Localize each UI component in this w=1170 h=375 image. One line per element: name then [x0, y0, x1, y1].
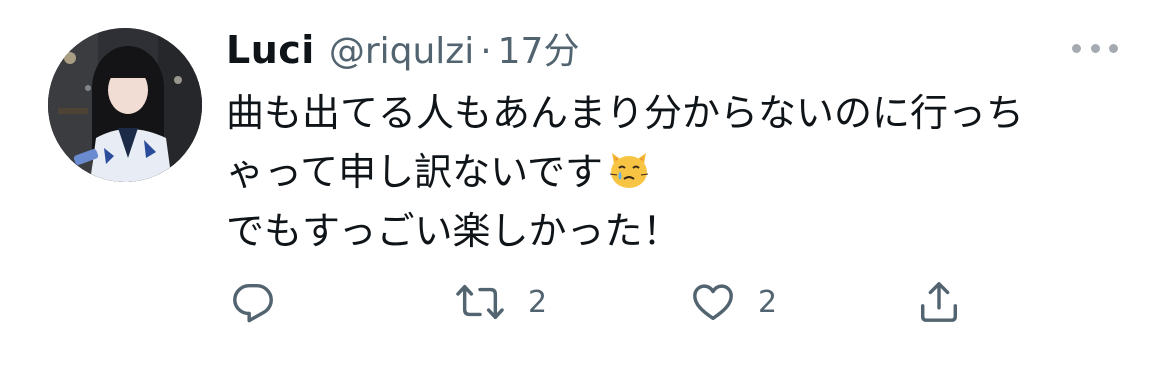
- reply-button[interactable]: [230, 272, 276, 332]
- avatar-image: [48, 28, 202, 182]
- crying-cat-emoji: [607, 147, 651, 191]
- tweet-text-line: 曲も出てる人もあんまり分からないのに行っち: [226, 91, 1025, 135]
- share-button[interactable]: [916, 272, 962, 332]
- tweet-text-line: ゃって申し訳ないです: [226, 143, 1146, 202]
- tweet-text-line: でもすっごい楽しかった！: [226, 209, 681, 253]
- retweet-icon: [456, 284, 504, 320]
- more-options-icon[interactable]: [1072, 38, 1118, 58]
- tweet-action-bar: 2 2: [0, 272, 1170, 332]
- display-name[interactable]: Luci: [226, 28, 315, 72]
- like-button[interactable]: 2: [690, 272, 777, 332]
- separator-dot: ·: [480, 31, 492, 72]
- reply-icon: [233, 283, 273, 323]
- share-icon: [920, 282, 958, 322]
- tweet-text: 曲も出てる人もあんまり分からないのに行っち ゃって申し訳ないです でもすっごい楽…: [226, 84, 1146, 261]
- user-handle[interactable]: @riqulzi: [329, 31, 474, 72]
- tweet-header: Luci @riqulzi · 17分: [226, 22, 579, 74]
- timestamp[interactable]: 17分: [498, 22, 580, 74]
- heart-icon: [693, 284, 733, 321]
- like-count: 2: [758, 284, 778, 320]
- avatar[interactable]: [48, 28, 202, 182]
- retweet-count: 2: [528, 284, 548, 320]
- retweet-button[interactable]: 2: [454, 272, 547, 332]
